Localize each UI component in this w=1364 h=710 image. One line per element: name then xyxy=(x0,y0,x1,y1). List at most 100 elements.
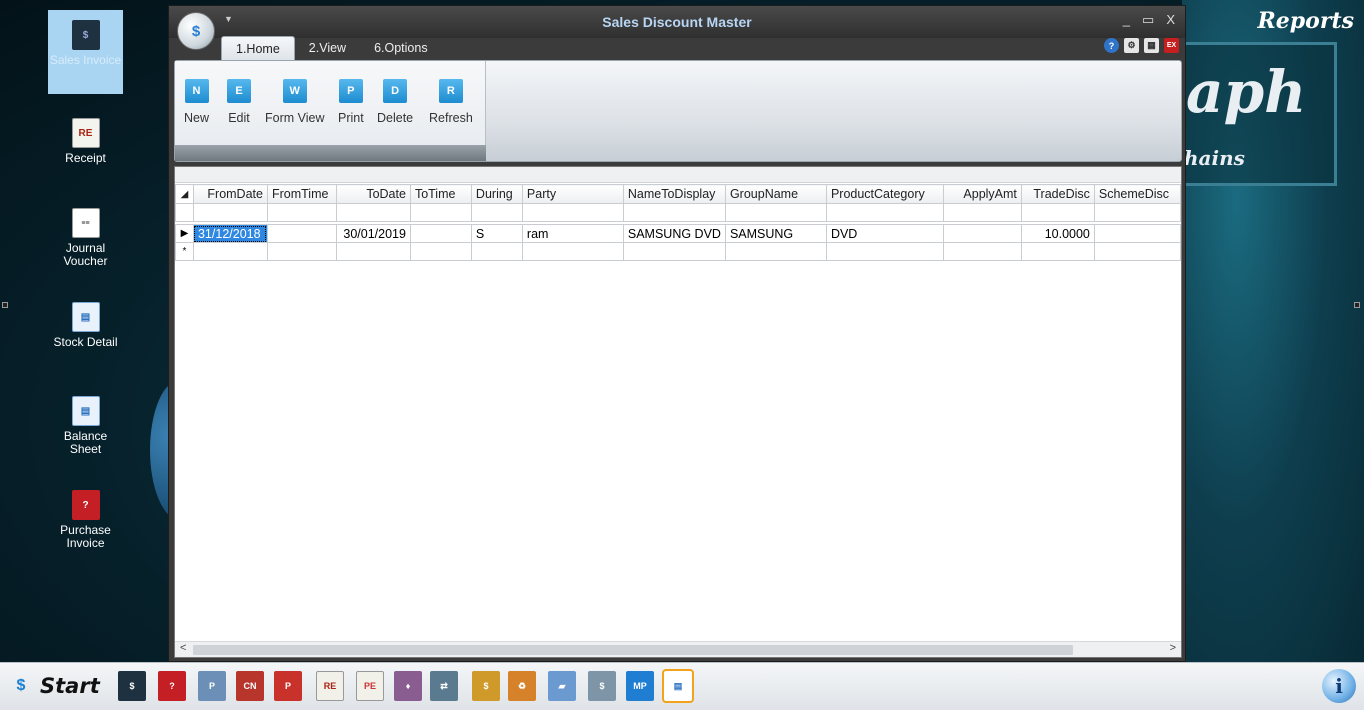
payment-taskbar-icon[interactable]: P xyxy=(198,671,226,701)
purchase-invoice-taskbar-icon[interactable]: ? xyxy=(158,671,186,701)
cell-fromtime[interactable] xyxy=(266,224,337,243)
column-header[interactable]: ApplyAmt xyxy=(942,184,1022,204)
tab-options[interactable]: 6.Options xyxy=(360,36,442,60)
filter-cell[interactable] xyxy=(266,203,337,222)
column-header[interactable]: FromDate xyxy=(192,184,268,204)
desktop-icon-stock-detail[interactable]: ▤ Stock Detail xyxy=(48,302,123,349)
filter-cell[interactable] xyxy=(192,203,268,222)
cash-register-taskbar-icon[interactable]: $ xyxy=(588,671,616,701)
cell-tradedisc[interactable]: 10.0000 xyxy=(1020,224,1095,243)
resize-handle-right[interactable] xyxy=(1354,302,1360,308)
desktop-icon-receipt[interactable]: RE Receipt xyxy=(48,118,123,165)
cell-applyamt[interactable] xyxy=(942,224,1022,243)
settings-icon[interactable]: ⚙ xyxy=(1124,38,1139,53)
refresh-button[interactable]: R Refresh xyxy=(429,79,473,125)
new-row-cell[interactable] xyxy=(192,242,268,261)
filter-cell[interactable] xyxy=(335,203,411,222)
discount-master-taskbar-icon[interactable]: ▤ xyxy=(662,669,694,703)
new-row[interactable]: * xyxy=(175,242,1182,261)
new-row-cell[interactable] xyxy=(622,242,726,261)
title-bar[interactable]: ▼ Sales Discount Master _ ▭ X xyxy=(169,6,1185,38)
minimize-button[interactable]: _ xyxy=(1123,12,1130,28)
credit-note-taskbar-icon[interactable]: CN xyxy=(236,671,264,701)
sales-invoice-taskbar-icon[interactable]: $ xyxy=(118,671,146,701)
cell-nametodisplay[interactable]: SAMSUNG DVD xyxy=(622,224,726,243)
filter-cell[interactable] xyxy=(470,203,523,222)
desktop-icon-sales-invoice[interactable]: $ Sales Invoice xyxy=(48,10,123,94)
filter-cell[interactable] xyxy=(521,203,624,222)
calculator-icon[interactable]: ▦ xyxy=(1144,38,1159,53)
new-row-cell[interactable] xyxy=(1020,242,1095,261)
filter-cell[interactable] xyxy=(409,203,472,222)
purchase-entry-taskbar-icon[interactable]: PE xyxy=(356,671,384,701)
table-row[interactable]: ▶ 31/12/2018 30/01/2019 S ram SAMSUNG DV… xyxy=(175,224,1182,243)
receipt-taskbar-icon[interactable]: RE xyxy=(316,671,344,701)
cash-bag-taskbar-icon[interactable]: $ xyxy=(472,671,500,701)
resize-handle-left[interactable] xyxy=(2,302,8,308)
column-header[interactable]: ToTime xyxy=(409,184,472,204)
start-button[interactable]: $ Start xyxy=(6,669,100,703)
filter-cell[interactable] xyxy=(622,203,726,222)
new-row-cell[interactable] xyxy=(409,242,472,261)
purchase-return-taskbar-icon[interactable]: P xyxy=(274,671,302,701)
print-button[interactable]: P Print xyxy=(338,79,364,125)
form-view-button[interactable]: W Form View xyxy=(265,79,325,125)
column-header[interactable]: FromTime xyxy=(266,184,337,204)
close-button[interactable]: X xyxy=(1166,12,1175,28)
cell-during[interactable]: S xyxy=(470,224,523,243)
cell-todate[interactable]: 30/01/2019 xyxy=(335,224,411,243)
column-header[interactable]: GroupName xyxy=(724,184,827,204)
mp-taskbar-icon[interactable]: MP xyxy=(626,671,654,701)
desktop-icon-balance-sheet[interactable]: ▤ Balance Sheet xyxy=(48,396,123,456)
application-menu-button[interactable]: $ xyxy=(177,12,215,50)
desktop-icon-journal-voucher[interactable]: ≡≡ Journal Voucher xyxy=(48,208,123,268)
new-row-cell[interactable] xyxy=(266,242,337,261)
cell-schemedisc[interactable] xyxy=(1093,224,1182,243)
scroll-right-button[interactable]: > xyxy=(1170,642,1176,654)
column-header[interactable]: ToDate xyxy=(335,184,411,204)
edit-button[interactable]: E Edit xyxy=(227,79,251,125)
restore-button[interactable]: ▭ xyxy=(1142,12,1154,28)
scanner-taskbar-icon[interactable]: ▰ xyxy=(548,671,576,701)
recycle-taskbar-icon[interactable]: ♻ xyxy=(508,671,536,701)
delete-button[interactable]: D Delete xyxy=(377,79,413,125)
tab-home[interactable]: 1.Home xyxy=(221,36,295,60)
stock-transfer-taskbar-icon[interactable]: ⇄ xyxy=(430,671,458,701)
filter-cell[interactable] xyxy=(1093,203,1182,222)
cell-fromdate[interactable]: 31/12/2018 xyxy=(192,224,268,243)
cashier-taskbar-icon[interactable]: ♦ xyxy=(394,671,422,701)
scroll-left-button[interactable]: < xyxy=(180,642,186,654)
new-row-cell[interactable] xyxy=(825,242,944,261)
new-row-cell[interactable] xyxy=(724,242,827,261)
filter-cell[interactable] xyxy=(1020,203,1095,222)
desktop-icon-purchase-invoice[interactable]: ? Purchase Invoice xyxy=(48,490,123,550)
new-row-cell[interactable] xyxy=(335,242,411,261)
new-row-cell[interactable] xyxy=(942,242,1022,261)
column-header[interactable]: NameToDisplay xyxy=(622,184,726,204)
horizontal-scrollbar[interactable]: < > xyxy=(175,641,1181,657)
new-row-cell[interactable] xyxy=(521,242,624,261)
cell-party[interactable]: ram xyxy=(521,224,624,243)
filter-cell[interactable] xyxy=(825,203,944,222)
tab-view[interactable]: 2.View xyxy=(295,36,360,60)
reports-title[interactable]: Reports xyxy=(1258,8,1354,34)
new-row-cell[interactable] xyxy=(1093,242,1182,261)
current-row-indicator[interactable]: ▶ xyxy=(175,224,194,243)
cell-totime[interactable] xyxy=(409,224,472,243)
info-icon[interactable]: i xyxy=(1322,669,1356,703)
exit-icon[interactable]: EX xyxy=(1164,38,1179,53)
cell-groupname[interactable]: SAMSUNG xyxy=(724,224,827,243)
column-header[interactable]: During xyxy=(470,184,523,204)
new-button[interactable]: N New xyxy=(184,79,209,125)
filter-cell[interactable] xyxy=(942,203,1022,222)
column-header[interactable]: Party xyxy=(521,184,624,204)
scrollbar-thumb[interactable] xyxy=(193,645,1073,655)
column-header[interactable]: TradeDisc xyxy=(1020,184,1095,204)
help-icon[interactable]: ? xyxy=(1104,38,1119,53)
cell-productcategory[interactable]: DVD xyxy=(825,224,944,243)
select-all-corner[interactable]: ◢ xyxy=(175,184,194,204)
filter-cell[interactable] xyxy=(724,203,827,222)
column-header[interactable]: SchemeDisc xyxy=(1093,184,1182,204)
column-header[interactable]: ProductCategory xyxy=(825,184,944,204)
new-row-cell[interactable] xyxy=(470,242,523,261)
